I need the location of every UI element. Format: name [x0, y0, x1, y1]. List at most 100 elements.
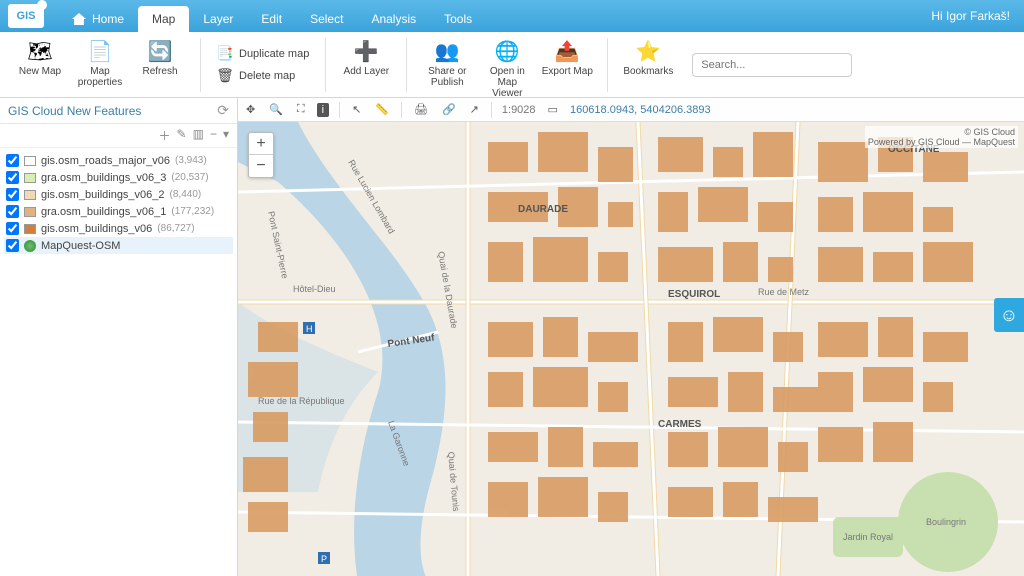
layer-checkbox[interactable]	[6, 239, 19, 252]
layer-checkbox[interactable]	[6, 154, 19, 167]
tab-edit-label: Edit	[261, 12, 282, 26]
map-label: Rue de la République	[258, 396, 345, 406]
zoom-tool-icon[interactable]: 🔍	[267, 103, 285, 116]
select-tool-icon[interactable]: ↖	[350, 103, 363, 116]
map-label: Jardin Royal	[843, 532, 893, 542]
attribution-line: © GIS Cloud	[868, 127, 1015, 137]
layer-checkbox[interactable]	[6, 171, 19, 184]
properties-tool-icon[interactable]: ▾	[223, 127, 229, 144]
bookmark-icon	[633, 38, 663, 64]
project-title: GIS Cloud New Features	[8, 104, 141, 118]
layer-swatch	[24, 207, 36, 217]
search-input[interactable]	[692, 53, 852, 77]
tab-select[interactable]: Select	[296, 6, 357, 32]
duplicate-label: Duplicate map	[239, 48, 309, 60]
layer-checkbox[interactable]	[6, 205, 19, 218]
layer-checkbox[interactable]	[6, 188, 19, 201]
layer-checkbox[interactable]	[6, 222, 19, 235]
delete-icon	[217, 68, 233, 84]
layer-row[interactable]: gis.osm_buildings_v06 (86,727)	[4, 220, 233, 237]
pan-tool-icon[interactable]: ✥	[244, 103, 257, 116]
layer-row[interactable]: gra.osm_buildings_v06_3 (20,537)	[4, 169, 233, 186]
project-reload-icon[interactable]: ⟳	[217, 102, 229, 119]
bookmarks-button[interactable]: Bookmarks	[620, 34, 676, 81]
layer-name: MapQuest-OSM	[41, 240, 120, 252]
layer-toolbar: ＋ ✎ ▥ − ▾	[0, 124, 237, 148]
brand-logo[interactable]: GIS	[8, 4, 44, 28]
tab-map[interactable]: Map	[138, 6, 189, 32]
layer-count: (20,537)	[171, 172, 208, 183]
divider	[406, 38, 407, 92]
layer-row-basemap[interactable]: MapQuest-OSM	[4, 237, 233, 254]
new-map-label: New Map	[19, 66, 61, 77]
layers-list: gis.osm_roads_major_v06 (3,943) gra.osm_…	[0, 148, 237, 258]
duplicate-map-button[interactable]: Duplicate map	[213, 44, 313, 64]
map-label: Rue de Metz	[758, 287, 810, 297]
ribbon-toolbar: New Map Map properties Refresh Duplicate…	[0, 32, 1024, 98]
add-tool-icon[interactable]: ＋	[159, 127, 171, 144]
duplicate-icon	[217, 46, 233, 62]
refresh-label: Refresh	[142, 66, 177, 77]
sep	[339, 102, 340, 118]
layer-name: gra.osm_buildings_v06_1	[41, 206, 166, 218]
tab-layer[interactable]: Layer	[189, 6, 247, 32]
layer-count: (86,727)	[157, 223, 194, 234]
remove-tool-icon[interactable]: −	[210, 127, 217, 144]
viewer-label: Open in Map Viewer	[481, 66, 533, 99]
map-properties-button[interactable]: Map properties	[72, 34, 128, 92]
share-publish-button[interactable]: Share or Publish	[419, 34, 475, 92]
map-properties-icon	[85, 38, 115, 64]
new-map-button[interactable]: New Map	[12, 34, 68, 81]
edit-tool-icon[interactable]: ✎	[177, 127, 187, 144]
layer-count: (8,440)	[170, 189, 202, 200]
tab-tools[interactable]: Tools	[430, 6, 486, 32]
tab-map-label: Map	[152, 12, 175, 26]
print-tool-icon[interactable]: 🖨	[412, 103, 430, 116]
zoom-control: + −	[248, 132, 274, 178]
layer-row[interactable]: gra.osm_buildings_v06_1 (177,232)	[4, 203, 233, 220]
map-coordinates: 160618.0943, 5404206.3893	[570, 104, 711, 116]
delete-map-button[interactable]: Delete map	[213, 66, 299, 86]
layer-name: gis.osm_roads_major_v06	[41, 155, 170, 167]
map-attribution: © GIS Cloud Powered by GIS Cloud — MapQu…	[865, 126, 1018, 148]
add-layer-icon	[351, 38, 381, 64]
export-map-button[interactable]: Export Map	[539, 34, 595, 81]
zoom-out-button[interactable]: −	[249, 155, 273, 177]
layer-row[interactable]: gis.osm_buildings_v06_2 (8,440)	[4, 186, 233, 203]
map-properties-label: Map properties	[74, 66, 126, 88]
tab-home[interactable]: Home	[58, 6, 138, 32]
map-viewport[interactable]: ✥ 🔍 ⛶ i ↖ 📏 🖨 🔗 ↗ 1:9028 ▭ 160618.0943, …	[238, 98, 1024, 576]
attribution-line: Powered by GIS Cloud — MapQuest	[868, 137, 1015, 147]
layer-name: gis.osm_buildings_v06_2	[41, 189, 165, 201]
search-container	[692, 53, 852, 77]
map-label: Boulingrin	[926, 517, 966, 527]
tab-edit[interactable]: Edit	[247, 6, 296, 32]
layer-swatch	[24, 156, 36, 166]
user-greeting[interactable]: Hi Igor Farkaš!	[931, 9, 1016, 23]
divider	[325, 38, 326, 92]
link-tool-icon[interactable]: 🔗	[440, 103, 458, 116]
info-tool-icon[interactable]: i	[317, 103, 329, 117]
refresh-button[interactable]: Refresh	[132, 34, 188, 81]
measure-tool-icon[interactable]: 📏	[373, 103, 391, 116]
zoom-in-button[interactable]: +	[249, 133, 273, 155]
delete-label: Delete map	[239, 70, 295, 82]
bookmarks-label: Bookmarks	[623, 66, 673, 77]
layer-name: gra.osm_buildings_v06_3	[41, 172, 166, 184]
add-layer-button[interactable]: Add Layer	[338, 34, 394, 81]
export-label: Export Map	[542, 66, 593, 77]
top-nav: GIS Home Map Layer Edit Select Analysis …	[0, 0, 1024, 32]
refresh-icon	[145, 38, 175, 64]
folder-tool-icon[interactable]: ▥	[193, 127, 204, 144]
extent-tool-icon[interactable]: ⛶	[295, 103, 307, 116]
tab-analysis[interactable]: Analysis	[357, 6, 430, 32]
tab-analysis-label: Analysis	[371, 12, 416, 26]
share-tool-icon[interactable]: ↗	[468, 103, 481, 116]
sep	[491, 102, 492, 118]
layer-row[interactable]: gis.osm_roads_major_v06 (3,943)	[4, 152, 233, 169]
nav-tabs: Home Map Layer Edit Select Analysis Tool…	[58, 0, 486, 32]
feedback-tab[interactable]: ☺	[994, 298, 1024, 332]
tab-tools-label: Tools	[444, 12, 472, 26]
open-map-viewer-button[interactable]: Open in Map Viewer	[479, 34, 535, 103]
add-layer-label: Add Layer	[344, 66, 390, 77]
